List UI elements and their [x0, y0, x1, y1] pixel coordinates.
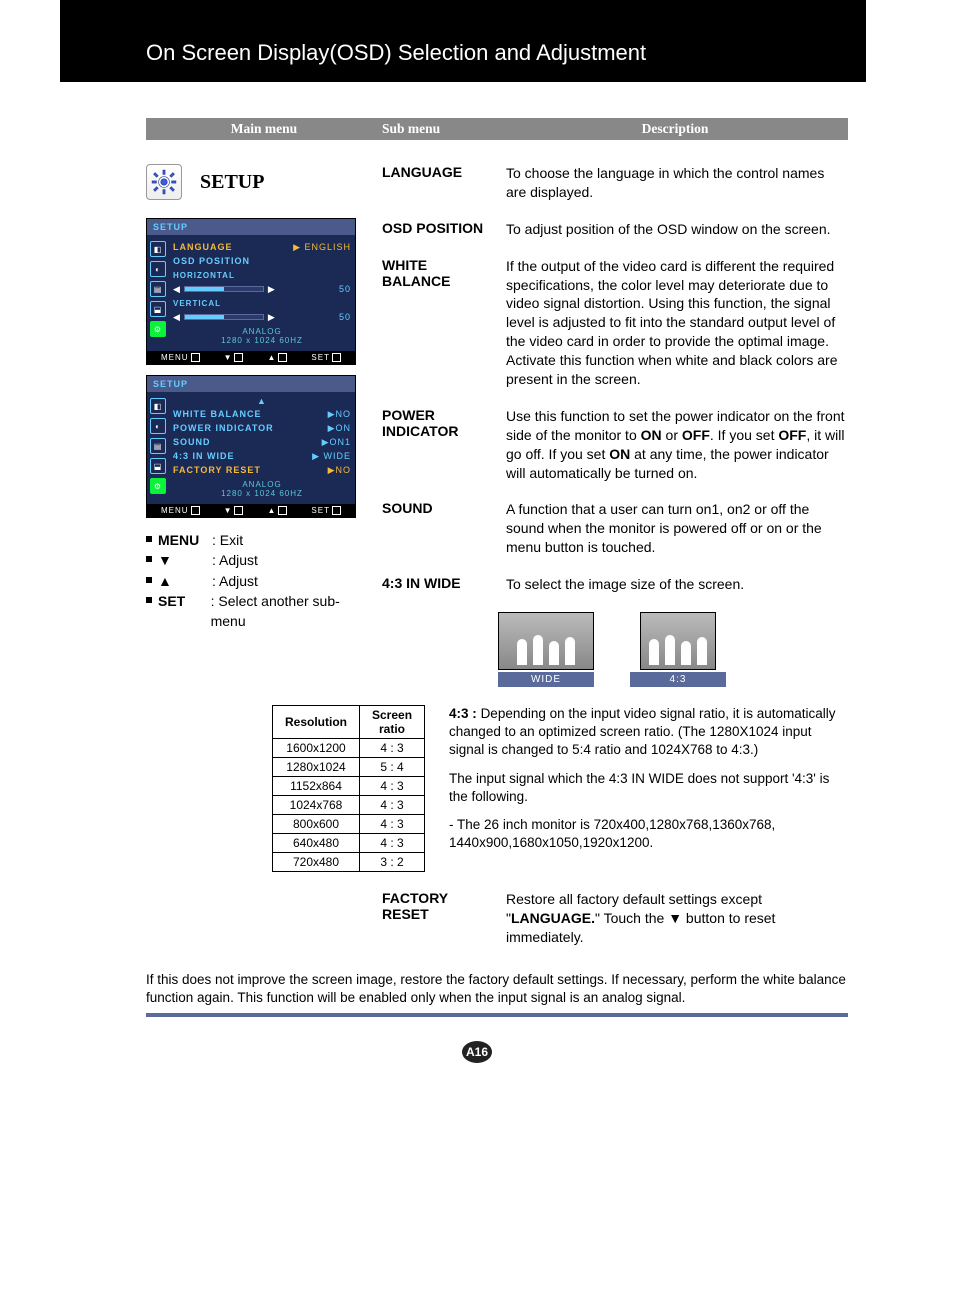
osd2-wb-value: NO [336, 409, 352, 419]
desc-wide: To select the image size of the screen. [506, 575, 848, 594]
wide-note-a: 4:3 : Depending on the input video signa… [449, 705, 848, 760]
osd1-vertical: VERTICAL [173, 299, 221, 308]
header-submenu: Sub menu [382, 121, 502, 137]
osd2-mode: 1280 x 1024 60HZ [221, 489, 303, 498]
aspect-examples: WIDE 4:3 [498, 612, 848, 687]
th-resolution: Resolution [273, 706, 360, 739]
43-caption: 4:3 [630, 672, 726, 687]
table-row: 1280x10245 : 4 [273, 758, 425, 777]
osd2-factory-label: FACTORY RESET [173, 465, 261, 475]
accent-rule [146, 1013, 848, 1017]
desc-language: To choose the language in which the cont… [506, 164, 848, 202]
osd2-factory-value: NO [336, 465, 352, 475]
legend-set: SET [158, 591, 205, 632]
table-row: 1024x7684 : 3 [273, 796, 425, 815]
osd1-analog: ANALOG [242, 327, 281, 336]
wide-caption: WIDE [498, 672, 594, 687]
down-triangle-icon [158, 550, 206, 570]
osd2-sound-label: SOUND [173, 437, 211, 447]
header-description: Description [502, 121, 848, 137]
osd2-analog: ANALOG [242, 480, 281, 489]
osd1-v-value: 50 [339, 312, 351, 322]
desc-sound: A function that a user can turn on1, on2… [506, 500, 848, 557]
osd2-wb-label: WHITE BALANCE [173, 409, 262, 419]
mainmenu-setup: SETUP [146, 164, 370, 200]
osd1-mode: 1280 x 1024 60HZ [221, 336, 303, 345]
osd1-title: SETUP [147, 219, 355, 235]
table-row: 800x6004 : 3 [273, 815, 425, 834]
table-row: 1600x12004 : 3 [273, 739, 425, 758]
osd2-aspect-value: WIDE [324, 451, 352, 461]
desc-factoryreset: Restore all factory default settings exc… [506, 890, 848, 947]
page-title: On Screen Display(OSD) Selection and Adj… [60, 0, 866, 82]
gear-icon [146, 164, 182, 200]
submenu-whitebalance: WHITE BALANCE [382, 257, 498, 389]
osd1-h-value: 50 [339, 284, 351, 294]
osd1-footer: MENU ▼ ▲ SET [147, 351, 355, 364]
table-row: 1152x8644 : 3 [273, 777, 425, 796]
footnote: If this does not improve the screen imag… [146, 971, 848, 1007]
43-example-image [640, 612, 716, 670]
osd1-language-value: ENGLISH [304, 242, 351, 252]
desc-whitebalance: If the output of the video card is diffe… [506, 257, 848, 389]
submenu-language: LANGUAGE [382, 164, 498, 202]
wide-note-c: - The 26 inch monitor is 720x400,1280x76… [449, 816, 848, 852]
osd2-tab-icons: ◧◐▤⬓⚙ [147, 394, 169, 502]
th-ratio: Screen ratio [360, 706, 425, 739]
legend-menu: MENU [158, 530, 206, 550]
osd2-sound-value: ON1 [329, 437, 351, 447]
submenu-factoryreset: FACTORY RESET [382, 890, 498, 947]
osd2-footer: MENU ▼ ▲ SET [147, 504, 355, 517]
column-headers: Main menu Sub menu Description [146, 118, 848, 140]
submenu-sound: SOUND [382, 500, 498, 557]
table-row: 720x4803 : 2 [273, 853, 425, 872]
osd2-title: SETUP [147, 376, 355, 392]
desc-powerindicator: Use this function to set the power indic… [506, 407, 848, 483]
osd-screenshot-1: SETUP ◧◐▤⬓⚙ LANGUAGE▶ ENGLISH OSD POSITI… [146, 218, 356, 365]
osd1-language-label: LANGUAGE [173, 242, 233, 252]
up-triangle-icon [158, 571, 206, 591]
wide-note-b: The input signal which the 4:3 IN WIDE d… [449, 770, 848, 806]
submenu-powerindicator: POWER INDICATOR [382, 407, 498, 483]
osd2-pi-label: POWER INDICATOR [173, 423, 274, 433]
osd1-tab-icons: ◧◐▤⬓⚙ [147, 237, 169, 349]
page-number: A16 [462, 1041, 492, 1063]
table-row: 640x4804 : 3 [273, 834, 425, 853]
key-legend: MENU: Exit : Adjust : Adjust SET: Select… [146, 530, 370, 631]
mainmenu-label: SETUP [200, 171, 264, 194]
resolution-table: Resolution Screen ratio 1600x12004 : 312… [272, 705, 425, 872]
wide-example-image [498, 612, 594, 670]
osd1-position-label: OSD POSITION [173, 256, 250, 266]
submenu-osdposition: OSD POSITION [382, 220, 498, 239]
submenu-wide: 4:3 IN WIDE [382, 575, 498, 594]
osd1-horizontal: HORIZONTAL [173, 271, 235, 280]
osd-screenshot-2: SETUP ◧◐▤⬓⚙ ▲ WHITE BALANCE▶NO POWER IND… [146, 375, 356, 518]
header-mainmenu: Main menu [146, 121, 382, 137]
osd2-aspect-label: 4:3 IN WIDE [173, 451, 235, 461]
osd2-pi-value: ON [336, 423, 352, 433]
desc-osdposition: To adjust position of the OSD window on … [506, 220, 848, 239]
